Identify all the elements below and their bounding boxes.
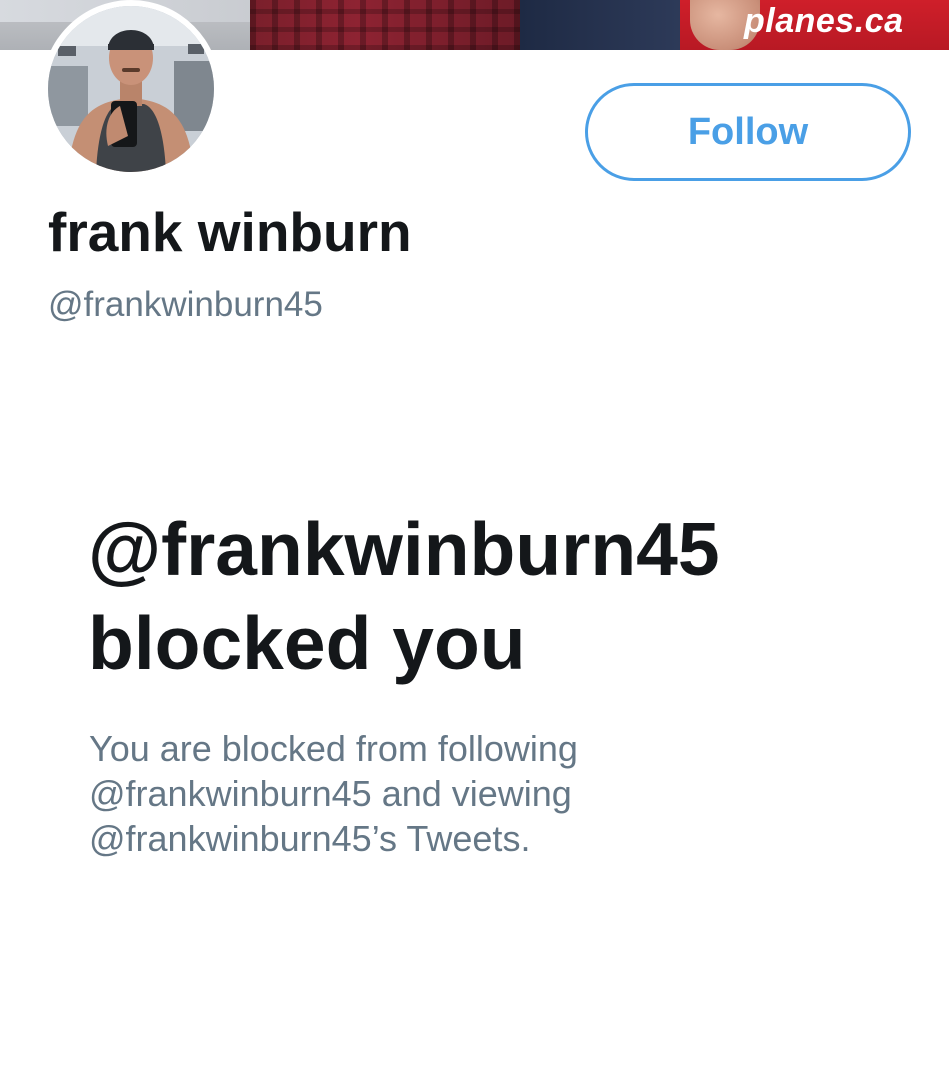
follow-button[interactable]: Follow [585,83,911,181]
avatar-frame[interactable] [42,0,220,178]
banner-jacket [520,0,700,50]
avatar[interactable] [48,6,214,172]
profile-handle: @frankwinburn45 [48,285,323,324]
banner-sign-text: planes.ca [744,2,904,40]
blocked-title-text: blocked you [88,601,526,685]
blocked-description-line-3: @frankwinburn45’s Tweets. [89,818,531,859]
blocked-description-line-1: You are blocked from following [89,728,578,769]
blocked-description-line-2: @frankwinburn45 and viewing [89,773,572,814]
avatar-photo-icon [48,6,214,172]
profile-display-name: frank winburn [48,201,412,263]
blocked-title-handle: @frankwinburn45 [88,507,720,591]
blocked-title: @frankwinburn45 blocked you [88,502,928,690]
banner-shirt [250,0,520,50]
blocked-description: You are blocked from following @frankwin… [89,726,889,861]
